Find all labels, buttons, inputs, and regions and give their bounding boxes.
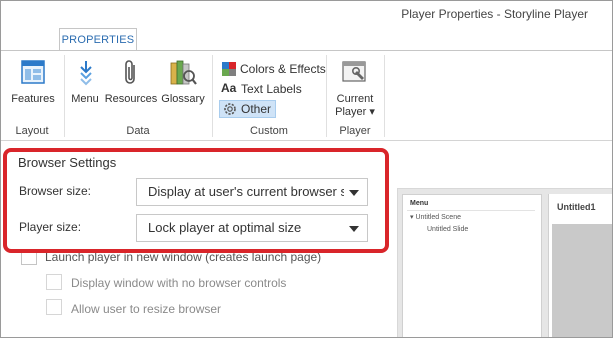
features-label: Features (11, 93, 55, 105)
group-label-layout: Layout (15, 125, 49, 137)
other-label: Other (241, 102, 272, 116)
gear-icon (222, 101, 238, 117)
features-icon (17, 57, 49, 89)
highlight-annotation (3, 148, 389, 253)
window-title-bar: Player Properties - Storyline Player (0, 0, 613, 28)
allow-resize-label: Allow user to resize browser (71, 302, 222, 316)
player-icon (339, 57, 371, 89)
colors-effects-label: Colors & Effects (240, 62, 326, 76)
glossary-icon (167, 57, 199, 89)
text-labels-button[interactable]: Aa Text Labels (221, 80, 302, 98)
group-label-player: Player (339, 125, 371, 137)
colors-effects-button[interactable]: Colors & Effects (221, 60, 326, 78)
no-browser-controls-label: Display window with no browser controls (71, 276, 287, 290)
text-labels-icon: Aa (221, 81, 237, 95)
other-button[interactable]: Other (219, 100, 277, 118)
preview-slide-canvas (552, 224, 613, 338)
no-browser-controls-checkbox[interactable] (46, 274, 62, 290)
preview-slide-panel: Untitled1 (548, 194, 613, 338)
text-labels-label: Text Labels (241, 82, 302, 96)
paperclip-icon (115, 57, 147, 89)
glossary-label: Glossary (161, 93, 205, 105)
preview-slide-title: Untitled1 (557, 202, 596, 212)
resources-button[interactable]: Resources (104, 57, 158, 106)
preview-scene-item: ▾ Untitled Scene (410, 214, 461, 221)
ribbon: Features Layout Menu Resources Glossary … (0, 50, 613, 141)
menu-button[interactable]: Menu (70, 57, 100, 106)
menu-icon (70, 57, 102, 89)
resources-label: Resources (104, 93, 158, 105)
glossary-button[interactable]: Glossary (160, 57, 206, 106)
features-button[interactable]: Features (8, 57, 58, 106)
divider (407, 210, 535, 211)
group-label-data: Data (126, 125, 150, 137)
preview-menu-title: Menu (410, 200, 429, 207)
group-label-custom: Custom (250, 125, 288, 137)
allow-resize-checkbox[interactable] (46, 299, 62, 315)
colors-effects-icon (221, 61, 237, 77)
current-player-label-2: Player ▾ (335, 106, 375, 118)
current-player-label-1: Current (336, 93, 374, 105)
current-player-button[interactable]: Current Player ▾ (332, 57, 378, 119)
preview-slide-item: Untitled Slide (427, 226, 469, 233)
tab-properties[interactable]: PROPERTIES (59, 28, 137, 51)
menu-label: Menu (71, 93, 99, 105)
preview-menu-panel: Menu ▾ Untitled Scene Untitled Slide (402, 194, 542, 338)
window-title: Player Properties - Storyline Player (401, 7, 588, 21)
ribbon-separator (384, 55, 385, 137)
